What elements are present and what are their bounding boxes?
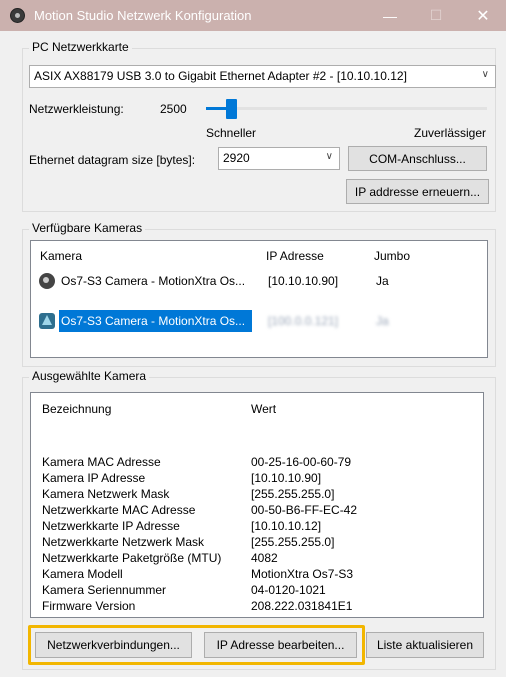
detail-value: 00-50-B6-FF-EC-42	[251, 503, 358, 517]
slider-label-reliable: Zuverlässiger	[414, 126, 487, 140]
network-connections-button[interactable]: Netzwerkverbindungen...	[35, 632, 192, 658]
detail-row: Kamera Seriennummer 04-0120-1021	[42, 583, 482, 599]
detail-key: Kamera IP Adresse	[42, 471, 146, 485]
detail-key: Netzwerkkarte Paketgröße (MTU)	[42, 551, 222, 565]
camera-row-jumbo: Ja	[376, 314, 389, 328]
camera-gray-icon	[39, 273, 55, 289]
detail-key: Netzwerkkarte MAC Adresse	[42, 503, 196, 517]
detail-row: Netzwerkkarte Paketgröße (MTU) 4082	[42, 551, 482, 567]
column-header-description: Bezeichnung	[42, 402, 112, 416]
detail-key: Netzwerkkarte IP Adresse	[42, 519, 180, 533]
detail-value: 208.222.031841E1	[251, 599, 353, 613]
camera-row-jumbo: Ja	[376, 274, 389, 288]
camera-warning-icon	[39, 313, 55, 329]
detail-value: MotionXtra Os7-S3	[251, 567, 354, 581]
detail-value: [255.255.255.0]	[251, 487, 335, 501]
edit-ip-button[interactable]: IP Adresse bearbeiten...	[204, 632, 357, 658]
chevron-down-icon: ∨	[325, 151, 333, 162]
network-adapter-select[interactable]: ASIX AX88179 USB 3.0 to Gigabit Ethernet…	[29, 65, 496, 88]
detail-row: Kamera Modell MotionXtra Os7-S3	[42, 567, 482, 583]
detail-value: [10.10.10.90]	[251, 471, 322, 485]
refresh-list-button[interactable]: Liste aktualisieren	[366, 632, 484, 658]
column-header-value: Wert	[251, 402, 277, 416]
detail-value: [10.10.10.12]	[251, 519, 322, 533]
performance-label: Netzwerkleistung:	[29, 102, 124, 116]
chevron-down-icon: ∨	[481, 69, 489, 80]
column-header-camera: Kamera	[40, 249, 83, 263]
performance-slider-track[interactable]	[206, 107, 487, 110]
detail-row: Kamera MAC Adresse 00-25-16-00-60-79	[42, 455, 482, 471]
maximize-button[interactable]: ☐	[413, 0, 459, 31]
detail-key: Kamera Modell	[42, 567, 123, 581]
detail-key: Kamera Netzwerk Mask	[42, 487, 170, 501]
camera-row-name: Os7-S3 Camera - MotionXtra Os...	[61, 314, 246, 328]
group-title-pc-network-card: PC Netzwerkkarte	[29, 40, 132, 54]
detail-row: Netzwerkkarte Netzwerk Mask [255.255.255.…	[42, 535, 482, 551]
detail-value: 00-25-16-00-60-79	[251, 455, 352, 469]
detail-row: Firmware Version 208.222.031841E1	[42, 599, 482, 615]
performance-slider-thumb[interactable]	[226, 99, 238, 119]
performance-value: 2500	[160, 102, 187, 116]
close-button[interactable]: ✕	[460, 0, 506, 31]
camera-row-name: Os7-S3 Camera - MotionXtra Os...	[61, 274, 246, 288]
detail-value: 04-0120-1021	[251, 583, 326, 597]
camera-row-ip: [100.0.0.121]	[268, 314, 339, 328]
group-title-selected-camera: Ausgewählte Kamera	[29, 369, 150, 383]
camera-row-ip: [10.10.10.90]	[268, 274, 339, 288]
network-adapter-value: ASIX AX88179 USB 3.0 to Gigabit Ethernet…	[34, 69, 407, 83]
available-cameras-list[interactable]: Kamera IP Adresse Jumbo Os7-S3 Camera - …	[30, 240, 488, 358]
detail-value: [255.255.255.0]	[251, 535, 335, 549]
datagram-size-label: Ethernet datagram size [bytes]:	[29, 153, 196, 167]
group-title-available-cameras: Verfügbare Kameras	[29, 221, 146, 235]
detail-key: Firmware Version	[42, 599, 136, 613]
camera-row[interactable]: Os7-S3 Camera - MotionXtra Os... [10.10.…	[31, 270, 487, 292]
detail-key: Kamera Seriennummer	[42, 583, 167, 597]
detail-key: Netzwerkkarte Netzwerk Mask	[42, 535, 205, 549]
detail-key: Kamera MAC Adresse	[42, 455, 161, 469]
window-title: Motion Studio Netzwerk Konfiguration	[34, 8, 252, 23]
datagram-size-select[interactable]: 2920 ∨	[218, 147, 340, 170]
title-bar: Motion Studio Netzwerk Konfiguration — ☐…	[0, 0, 506, 31]
detail-row: Netzwerkkarte MAC Adresse 00-50-B6-FF-EC-…	[42, 503, 482, 519]
column-header-jumbo: Jumbo	[374, 249, 411, 263]
datagram-size-value: 2920	[223, 151, 250, 165]
minimize-button[interactable]: —	[367, 0, 413, 31]
detail-value: 4082	[251, 551, 278, 565]
detail-row: Kamera IP Adresse [10.10.10.90]	[42, 471, 482, 487]
slider-label-faster: Schneller	[206, 126, 257, 140]
renew-ip-button[interactable]: IP addresse erneuern...	[346, 179, 489, 204]
detail-row: Kamera Netzwerk Mask [255.255.255.0]	[42, 487, 482, 503]
camera-row[interactable]: Os7-S3 Camera - MotionXtra Os... [100.0.…	[31, 310, 487, 332]
com-port-button[interactable]: COM-Anschluss...	[348, 146, 487, 171]
detail-row: Netzwerkkarte IP Adresse [10.10.10.12]	[42, 519, 482, 535]
column-header-ip: IP Adresse	[266, 249, 324, 263]
app-camera-icon	[10, 8, 25, 23]
